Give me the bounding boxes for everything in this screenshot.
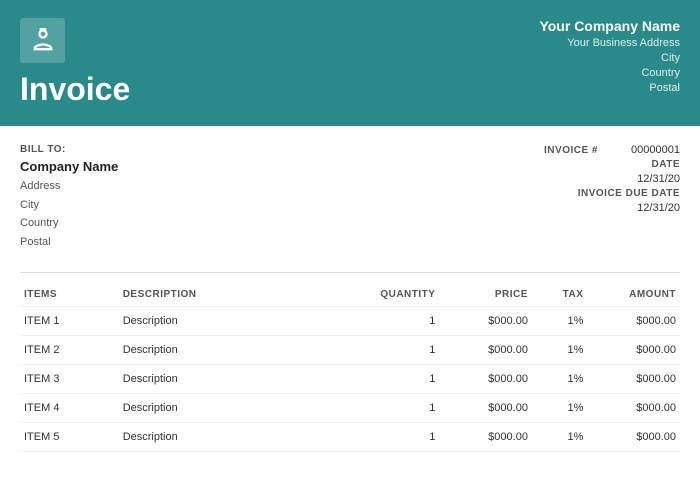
invoice-title: Invoice — [20, 71, 295, 108]
cell-amount-4: $000.00 — [587, 422, 680, 451]
cell-tax-4: 1% — [532, 422, 588, 451]
cell-tax-0: 1% — [532, 306, 588, 335]
cell-desc-4: Description — [119, 422, 341, 451]
header-left: Invoice — [0, 0, 315, 126]
company-icon — [20, 18, 65, 63]
bill-to-label: BILL TO: — [20, 144, 317, 155]
col-header-items: ITEMS — [20, 283, 119, 307]
cell-amount-2: $000.00 — [587, 364, 680, 393]
invoice-number-row: INVOICE # 00000001 — [350, 144, 680, 156]
cell-price-3: $000.00 — [439, 393, 532, 422]
cell-desc-1: Description — [119, 335, 341, 364]
table-row: ITEM 3 Description 1 $000.00 1% $000.00 — [20, 364, 680, 393]
invoice-due-date-label: INVOICE DUE DATE — [578, 188, 680, 199]
cell-item-3: ITEM 4 — [20, 393, 119, 422]
invoice-due-date-row: 12/31/20 — [350, 202, 680, 214]
cell-price-0: $000.00 — [439, 306, 532, 335]
cell-item-2: ITEM 3 — [20, 364, 119, 393]
invoice-meta-block: INVOICE # 00000001 DATE 12/31/20 INVOICE… — [350, 144, 680, 252]
cell-qty-3: 1 — [341, 393, 440, 422]
company-postal: Postal — [335, 82, 680, 94]
bill-to-address: Address — [20, 177, 317, 196]
cell-tax-2: 1% — [532, 364, 588, 393]
bill-to-block: BILL TO: Company Name Address City Count… — [20, 144, 317, 252]
company-name: Your Company Name — [335, 18, 680, 34]
table-row: ITEM 5 Description 1 $000.00 1% $000.00 — [20, 422, 680, 451]
invoice-date-label: DATE — [652, 159, 680, 170]
col-header-price: PRICE — [439, 283, 532, 307]
cell-qty-0: 1 — [341, 306, 440, 335]
company-city: City — [335, 52, 680, 64]
invoice-date-label-row: DATE — [350, 159, 680, 170]
company-country: Country — [335, 67, 680, 79]
header-right: Your Company Name Your Business Address … — [315, 0, 700, 126]
col-header-description: DESCRIPTION — [119, 283, 341, 307]
invoice-page: Invoice Your Company Name Your Business … — [0, 0, 700, 500]
cell-item-4: ITEM 5 — [20, 422, 119, 451]
cell-item-0: ITEM 1 — [20, 306, 119, 335]
cell-price-2: $000.00 — [439, 364, 532, 393]
table-row: ITEM 2 Description 1 $000.00 1% $000.00 — [20, 335, 680, 364]
cell-desc-0: Description — [119, 306, 341, 335]
cell-tax-3: 1% — [532, 393, 588, 422]
items-table: ITEMS DESCRIPTION QUANTITY PRICE TAX AMO… — [20, 283, 680, 452]
cell-desc-2: Description — [119, 364, 341, 393]
bill-to-company: Company Name — [20, 159, 317, 174]
cell-price-1: $000.00 — [439, 335, 532, 364]
cell-qty-4: 1 — [341, 422, 440, 451]
invoice-due-date-label-row: INVOICE DUE DATE — [350, 188, 680, 199]
bill-section: BILL TO: Company Name Address City Count… — [0, 126, 700, 262]
table-row: ITEM 1 Description 1 $000.00 1% $000.00 — [20, 306, 680, 335]
cell-item-1: ITEM 2 — [20, 335, 119, 364]
cell-desc-3: Description — [119, 393, 341, 422]
cell-qty-2: 1 — [341, 364, 440, 393]
invoice-due-date-value: 12/31/20 — [610, 202, 680, 214]
invoice-date-row: 12/31/20 — [350, 173, 680, 185]
cell-price-4: $000.00 — [439, 422, 532, 451]
invoice-number-value: 00000001 — [610, 144, 680, 156]
col-header-tax: TAX — [532, 283, 588, 307]
bill-to-country: Country — [20, 214, 317, 233]
cell-amount-0: $000.00 — [587, 306, 680, 335]
section-divider — [20, 272, 680, 273]
table-row: ITEM 4 Description 1 $000.00 1% $000.00 — [20, 393, 680, 422]
invoice-date-value: 12/31/20 — [610, 173, 680, 185]
cell-amount-3: $000.00 — [587, 393, 680, 422]
invoice-header: Invoice Your Company Name Your Business … — [0, 0, 700, 126]
company-business-address: Your Business Address — [335, 37, 680, 49]
cell-amount-1: $000.00 — [587, 335, 680, 364]
bill-to-postal: Postal — [20, 233, 317, 252]
table-header-row: ITEMS DESCRIPTION QUANTITY PRICE TAX AMO… — [20, 283, 680, 307]
cell-tax-1: 1% — [532, 335, 588, 364]
cell-qty-1: 1 — [341, 335, 440, 364]
invoice-number-label: INVOICE # — [544, 145, 598, 156]
bill-to-city: City — [20, 196, 317, 215]
col-header-quantity: QUANTITY — [341, 283, 440, 307]
col-header-amount: AMOUNT — [587, 283, 680, 307]
